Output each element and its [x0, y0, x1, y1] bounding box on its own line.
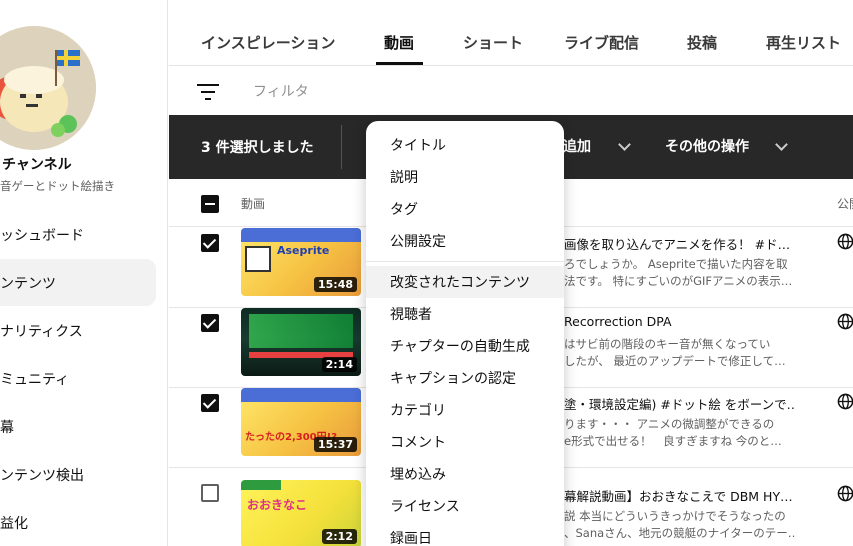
thumb-banner [241, 388, 361, 402]
video-duration: 15:37 [313, 437, 357, 452]
thumb-gameplay [249, 314, 353, 348]
menu-item-embedding[interactable]: 埋め込み [366, 458, 564, 490]
column-header-visibility: 公開 [837, 197, 853, 211]
menu-item-tags[interactable]: タグ [366, 193, 564, 225]
channel-title: チャンネル [2, 157, 72, 173]
tab-posts[interactable]: 投稿 [687, 32, 717, 53]
globe-icon[interactable] [837, 233, 853, 250]
thumb-character [245, 246, 271, 272]
select-all-checkbox[interactable] [201, 195, 219, 213]
description-line: ろでしょうか。 Asepriteで描いた内容を取 [564, 257, 788, 271]
video-duration: 15:48 [313, 277, 357, 292]
video-thumbnail[interactable]: 2:14 [241, 308, 361, 376]
avatar-illustration [0, 26, 96, 150]
description-line: 法です。 特にすごいのがGIFアニメの表示… [564, 274, 793, 288]
row-checkbox[interactable] [201, 394, 219, 412]
menu-item-audience[interactable]: 視聴者 [366, 298, 564, 330]
video-description: ります・・・ アニメの微調整ができるの e形式で出せる！ 良すぎますね 今のと… [564, 416, 796, 450]
sidebar-item-label: ンテンツ検出 [0, 467, 84, 484]
sidebar-item-subtitles[interactable]: 幕 [0, 403, 156, 450]
description-line: 、Sanaさん、地元の競艇のナイターのテー… [564, 526, 796, 540]
globe-icon[interactable] [837, 393, 853, 410]
video-thumbnail[interactable]: おおきなこ 2:12 [241, 480, 361, 546]
video-duration: 2:14 [321, 357, 357, 372]
sidebar-item-monetization[interactable]: 益化 [0, 499, 156, 546]
menu-item-visibility[interactable]: 公開設定 [366, 225, 564, 257]
description-line: 説 本当にどういうきっかけでそうなったの [564, 509, 786, 523]
active-tab-underline [376, 62, 423, 65]
thumb-banner [241, 228, 361, 242]
menu-item-description[interactable]: 説明 [366, 161, 564, 193]
thumb-banner [241, 480, 281, 490]
chevron-down-icon[interactable] [618, 138, 631, 151]
menu-item-title[interactable]: タイトル [366, 129, 564, 161]
content-tabs: インスピレーション 動画 ショート ライブ配信 投稿 再生リスト [169, 0, 853, 66]
channel-subtitle: 音ゲーとドット絵描き [0, 179, 115, 193]
divider [341, 125, 342, 169]
video-title[interactable]: 幕解説動画】おおきなこえで DBM HY… [564, 486, 796, 505]
video-title[interactable]: 塗・環境設定編) #ドット絵 をボーンで… [564, 394, 796, 413]
menu-item-comments[interactable]: コメント [366, 426, 564, 458]
menu-item-altered-content[interactable]: 改変されたコンテンツ [366, 266, 564, 298]
video-duration: 2:12 [321, 529, 357, 544]
sidebar-item-analytics[interactable]: ナリティクス [0, 307, 156, 354]
filter-input[interactable]: フィルタ [253, 81, 309, 101]
globe-icon[interactable] [837, 313, 853, 330]
menu-divider [366, 261, 564, 262]
edit-field-dropdown: タイトル 説明 タグ 公開設定 改変されたコンテンツ 視聴者 チャプターの自動生… [366, 121, 564, 546]
globe-icon[interactable] [837, 485, 853, 502]
description-line: e形式で出せる！ 良すぎますね 今のと… [564, 434, 782, 448]
sidebar-item-label: ナリティクス [0, 323, 83, 340]
column-header-video: 動画 [241, 197, 266, 211]
row-checkbox[interactable] [201, 314, 219, 332]
more-actions-button[interactable]: その他の操作 [665, 136, 749, 156]
video-description: 説 本当にどういうきっかけでそうなったの 、Sanaさん、地元の競艇のナイターの… [564, 508, 796, 542]
sidebar: チャンネル 音ゲーとドット絵描き ッシュボード ンテンツ ナリティクス ミュニテ… [0, 0, 168, 546]
add-to-playlist-button[interactable]: 追加 [563, 136, 591, 156]
description-line: はサビ前の階段のキー音が無くなってい [564, 337, 771, 351]
video-description: はサビ前の階段のキー音が無くなってい したが、 最近のアップデートで修正して… [564, 336, 796, 370]
sidebar-item-label: 幕 [0, 419, 14, 436]
video-thumbnail[interactable]: Aseprite 15:48 [241, 228, 361, 296]
description-line: したが、 最近のアップデートで修正して… [564, 354, 786, 368]
tab-live[interactable]: ライブ配信 [564, 32, 639, 53]
menu-item-caption-certification[interactable]: キャプションの認定 [366, 362, 564, 394]
sidebar-item-content[interactable]: ンテンツ [0, 259, 156, 306]
chevron-down-icon[interactable] [775, 138, 788, 151]
video-description: ろでしょうか。 Asepriteで描いた内容を取 法です。 特にすごいのがGIF… [564, 256, 796, 290]
selected-count: 3 件選択しました [201, 140, 314, 156]
sidebar-item-dashboard[interactable]: ッシュボード [0, 211, 156, 258]
sidebar-item-content-detection[interactable]: ンテンツ検出 [0, 451, 156, 498]
menu-item-auto-chapters[interactable]: チャプターの自動生成 [366, 330, 564, 362]
studio-content-page: チャンネル 音ゲーとドット絵描き ッシュボード ンテンツ ナリティクス ミュニテ… [0, 0, 853, 546]
tab-videos[interactable]: 動画 [384, 32, 414, 53]
thumb-caption: おおきなこ [247, 498, 308, 512]
tab-shorts[interactable]: ショート [463, 32, 523, 53]
filter-bar: フィルタ [169, 67, 853, 115]
filter-icon[interactable] [197, 84, 219, 100]
sidebar-item-label: 益化 [0, 515, 28, 532]
channel-avatar[interactable] [0, 26, 96, 150]
thumb-caption: Aseprite [277, 244, 330, 257]
sidebar-item-label: ミュニティ [0, 371, 70, 388]
sidebar-item-label: ッシュボード [0, 227, 84, 244]
video-title[interactable]: Recorrection DPA [564, 314, 796, 329]
video-title[interactable]: 画像を取り込んでアニメを作る！ #ド… [564, 234, 796, 253]
row-checkbox[interactable] [201, 484, 219, 502]
menu-item-recording-date[interactable]: 録画日 [366, 522, 564, 546]
description-line: ります・・・ アニメの微調整ができるの [564, 417, 775, 431]
tab-inspiration[interactable]: インスピレーション [201, 32, 335, 53]
sidebar-item-label: ンテンツ [0, 275, 56, 292]
video-thumbnail[interactable]: たったの2,300円!? 15:37 [241, 388, 361, 456]
tab-playlists[interactable]: 再生リスト [766, 32, 841, 53]
menu-item-license[interactable]: ライセンス [366, 490, 564, 522]
row-checkbox[interactable] [201, 234, 219, 252]
menu-item-category[interactable]: カテゴリ [366, 394, 564, 426]
sidebar-item-community[interactable]: ミュニティ [0, 355, 156, 402]
